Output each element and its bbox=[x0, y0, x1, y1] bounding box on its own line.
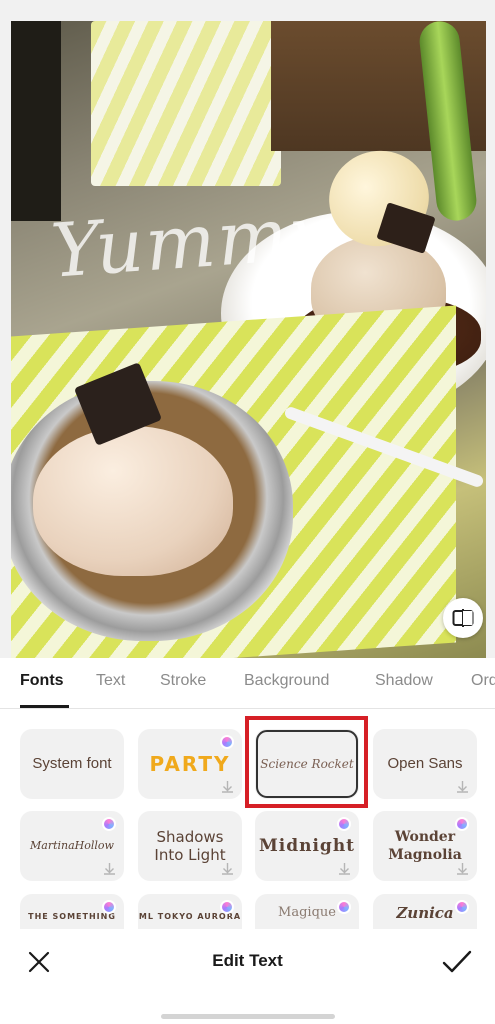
download-icon bbox=[457, 863, 468, 875]
photo-ice-cream-left bbox=[33, 426, 233, 576]
compare-icon bbox=[452, 609, 474, 627]
font-tile-system[interactable]: System font bbox=[20, 729, 124, 799]
bottom-action-bar bbox=[0, 930, 495, 1024]
premium-gem-icon bbox=[337, 900, 351, 914]
font-tile-open-sans[interactable]: Open Sans bbox=[373, 729, 477, 799]
font-name: MartinaHollow bbox=[30, 839, 114, 852]
checkmark-icon[interactable] bbox=[441, 948, 473, 976]
compare-button[interactable] bbox=[443, 598, 483, 638]
tab-background[interactable]: Background bbox=[244, 672, 329, 690]
premium-gem-icon bbox=[102, 900, 116, 914]
download-icon bbox=[457, 781, 468, 793]
home-indicator bbox=[161, 1014, 335, 1019]
photo-preview[interactable]: Yummy bbox=[11, 21, 486, 658]
font-tile-the-something-sans[interactable]: THE SOMETHING SANS bbox=[20, 894, 124, 929]
font-name: Zunica bbox=[396, 904, 454, 922]
selected-font-highlight bbox=[245, 716, 368, 808]
font-name: Midnight bbox=[258, 836, 356, 856]
download-icon bbox=[104, 863, 115, 875]
tab-text[interactable]: Text bbox=[96, 672, 125, 690]
font-tile-midnight[interactable]: Midnight bbox=[255, 811, 359, 881]
tab-stroke[interactable]: Stroke bbox=[160, 672, 206, 690]
sheet-title: Edit Text bbox=[212, 951, 283, 970]
photo-yellow-card bbox=[91, 21, 281, 186]
tab-fonts[interactable]: Fonts bbox=[20, 672, 64, 690]
premium-gem-icon bbox=[455, 817, 469, 831]
premium-gem-icon bbox=[337, 817, 351, 831]
font-name: Wonder Magnolia bbox=[388, 829, 462, 863]
premium-gem-icon bbox=[220, 900, 234, 914]
font-name: Magique bbox=[278, 905, 336, 920]
font-tile-magique[interactable]: Magique bbox=[255, 894, 359, 929]
photo-canvas-background: Yummy bbox=[0, 0, 495, 658]
tab-shadow[interactable]: Shadow bbox=[375, 672, 433, 690]
premium-gem-icon bbox=[102, 817, 116, 831]
font-tile-zunica[interactable]: Zunica bbox=[373, 894, 477, 929]
download-icon bbox=[222, 781, 233, 793]
font-tile-party[interactable]: PARTY bbox=[138, 729, 242, 799]
font-tile-ml-tokyo-aurora[interactable]: ML TOKYO AURORA bbox=[138, 894, 242, 929]
photo-shadow-region bbox=[11, 21, 61, 221]
editor-tabs: Fonts Text Stroke Background Shadow Orde… bbox=[0, 658, 495, 708]
tab-order[interactable]: Order bbox=[471, 672, 495, 690]
download-icon bbox=[339, 863, 350, 875]
premium-gem-icon bbox=[220, 735, 234, 749]
font-tile-shadows-into-light[interactable]: Shadows Into Light bbox=[138, 811, 242, 881]
font-name: Open Sans bbox=[387, 755, 463, 772]
download-icon bbox=[222, 863, 233, 875]
font-name: Shadows Into Light bbox=[154, 828, 226, 864]
font-name: System font bbox=[32, 755, 112, 772]
font-tile-wonder-magnolia[interactable]: Wonder Magnolia bbox=[373, 811, 477, 881]
font-name: PARTY bbox=[149, 752, 231, 776]
premium-gem-icon bbox=[455, 900, 469, 914]
font-tile-martina-hollow[interactable]: MartinaHollow bbox=[20, 811, 124, 881]
